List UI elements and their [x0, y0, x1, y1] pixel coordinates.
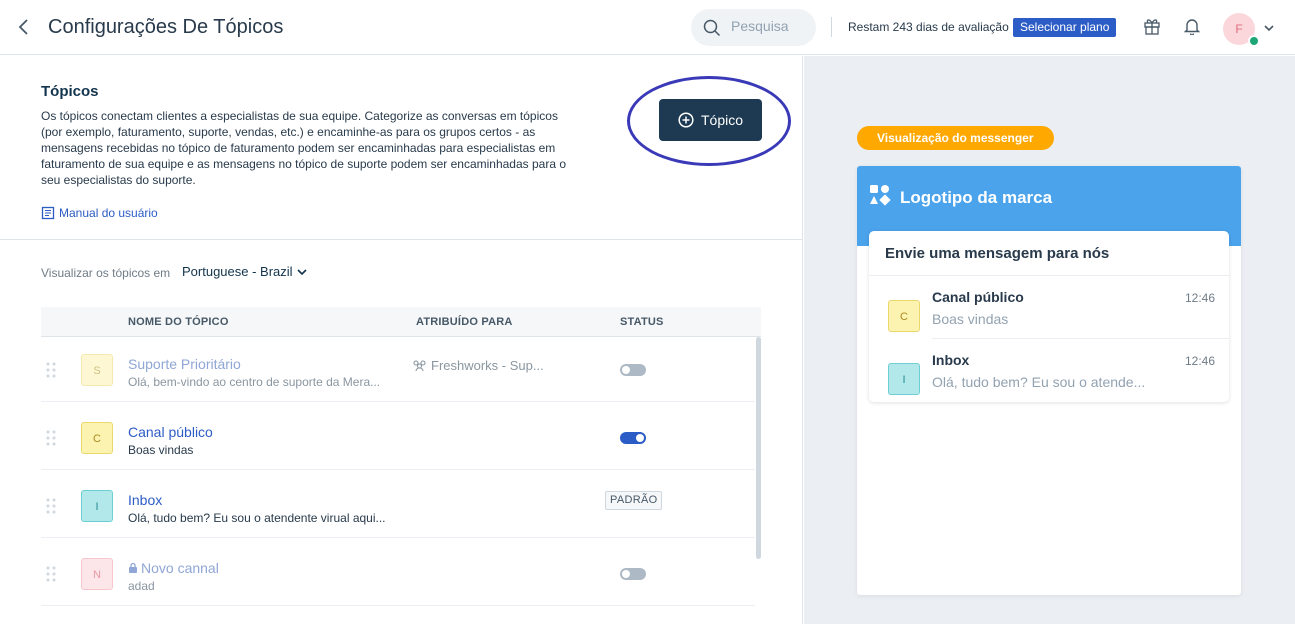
preview-topic-message: Boas vindas	[932, 311, 1009, 327]
chevron-down-icon	[296, 268, 307, 275]
preview-topic-name: Canal público	[932, 289, 1024, 305]
topic-avatar: C	[81, 422, 113, 454]
brand-logo-icon	[870, 185, 891, 206]
add-topic-label: Tópico	[700, 112, 744, 128]
topic-avatar: N	[81, 558, 113, 590]
toggle-knob	[622, 366, 630, 374]
preview-topic-name: Inbox	[932, 352, 970, 368]
topic-name[interactable]: Inbox	[128, 492, 162, 508]
lock-icon	[129, 562, 137, 573]
table-row[interactable]: C Canal público Boas vindas	[41, 402, 755, 470]
status-toggle[interactable]	[620, 364, 646, 376]
topic-avatar: I	[888, 363, 920, 395]
column-status: STATUS	[620, 316, 664, 328]
list-item[interactable]: I Inbox Olá, tudo bem? Eu sou o atende..…	[869, 352, 1229, 414]
topic-avatar: I	[81, 490, 113, 522]
group-icon	[413, 359, 426, 371]
status-toggle[interactable]	[620, 432, 646, 444]
user-manual-label: Manual do usuário	[59, 206, 158, 220]
item-divider	[932, 338, 1229, 339]
topic-message: Olá, bem-vindo ao centro de suporte da M…	[128, 375, 381, 389]
select-plan-button[interactable]: Selecionar plano	[1013, 18, 1117, 37]
book-icon	[41, 206, 55, 220]
messenger-widget: Logotipo da marca Envie uma mensagem par…	[857, 166, 1241, 595]
online-status-dot	[1248, 35, 1260, 47]
table-row[interactable]: N Novo cannal adad	[41, 538, 755, 606]
toggle-knob	[622, 570, 630, 578]
brand-title: Logotipo da marca	[900, 188, 1053, 207]
add-topic-button[interactable]: Tópico	[659, 99, 762, 141]
messenger-preview-tag: Visualização do messenger	[857, 126, 1054, 150]
topic-name-label: Novo cannal	[141, 560, 219, 576]
table-scrollbar[interactable]	[756, 337, 761, 559]
topic-message: Boas vindas	[128, 443, 194, 457]
message-card: Envie uma mensagem para nós C Canal públ…	[869, 231, 1229, 402]
topic-avatar: C	[888, 300, 920, 332]
view-topics-label: Visualizar os tópicos em	[41, 266, 171, 280]
topic-name[interactable]: Canal público	[128, 424, 213, 440]
language-select[interactable]: Portuguese - Brazil	[182, 264, 307, 279]
topics-table-header: NOME DO TÓPICO ATRIBUÍDO PARA STATUS	[41, 307, 761, 337]
status-toggle[interactable]	[620, 568, 646, 580]
back-arrow-icon[interactable]	[14, 17, 34, 37]
topic-message: adad	[128, 579, 155, 593]
drag-handle-icon[interactable]	[45, 565, 57, 583]
search-icon	[703, 19, 721, 37]
table-row[interactable]: I Inbox Olá, tudo bem? Eu sou o atendent…	[41, 470, 755, 538]
header-divider	[831, 17, 832, 37]
notification-bell-icon[interactable]	[1184, 18, 1200, 35]
drag-handle-icon[interactable]	[45, 497, 57, 515]
section-title: Tópicos	[41, 83, 99, 100]
plus-circle-icon	[678, 112, 694, 128]
column-topic-name: NOME DO TÓPICO	[128, 316, 229, 328]
topic-name[interactable]: Novo cannal	[128, 560, 219, 576]
preview-time: 12:46	[1185, 291, 1216, 305]
column-assigned-to: ATRIBUÍDO PARA	[416, 316, 513, 328]
toggle-knob	[636, 434, 644, 442]
message-card-title: Envie uma mensagem para nós	[885, 245, 1110, 262]
top-header: Configurações De Tópicos Restam 243 dias…	[0, 0, 1295, 55]
search-input[interactable]	[731, 18, 811, 34]
assigned-group-name: Freshworks - Sup...	[431, 358, 544, 373]
table-row[interactable]: S Suporte Prioritário Olá, bem-vindo ao …	[41, 338, 755, 402]
search-box[interactable]	[691, 9, 816, 46]
assigned-group: Freshworks - Sup...	[412, 358, 544, 373]
drag-handle-icon[interactable]	[45, 361, 57, 379]
section-description: Os tópicos conectam clientes a especiali…	[41, 109, 567, 187]
default-status-badge: PADRÃO	[605, 491, 663, 510]
chevron-down-icon[interactable]	[1264, 24, 1274, 32]
card-divider	[869, 275, 1229, 276]
topic-message: Olá, tudo bem? Eu sou o atendente virual…	[128, 511, 386, 525]
list-item[interactable]: C Canal público Boas vindas 12:46	[869, 289, 1229, 351]
trial-days-text: Restam 243 dias de avaliação	[848, 20, 1009, 34]
drag-handle-icon[interactable]	[45, 429, 57, 447]
user-manual-link[interactable]: Manual do usuário	[41, 206, 158, 220]
topic-avatar: S	[81, 354, 113, 386]
topics-panel: Tópicos Os tópicos conectam clientes a e…	[0, 56, 803, 624]
preview-topic-message: Olá, tudo bem? Eu sou o atende...	[932, 374, 1146, 390]
gift-icon[interactable]	[1143, 17, 1161, 35]
topic-name[interactable]: Suporte Prioritário	[128, 356, 241, 372]
section-divider	[0, 239, 803, 240]
language-value: Portuguese - Brazil	[182, 264, 293, 279]
preview-time: 12:46	[1185, 354, 1216, 368]
page-title: Configurações De Tópicos	[48, 16, 284, 38]
